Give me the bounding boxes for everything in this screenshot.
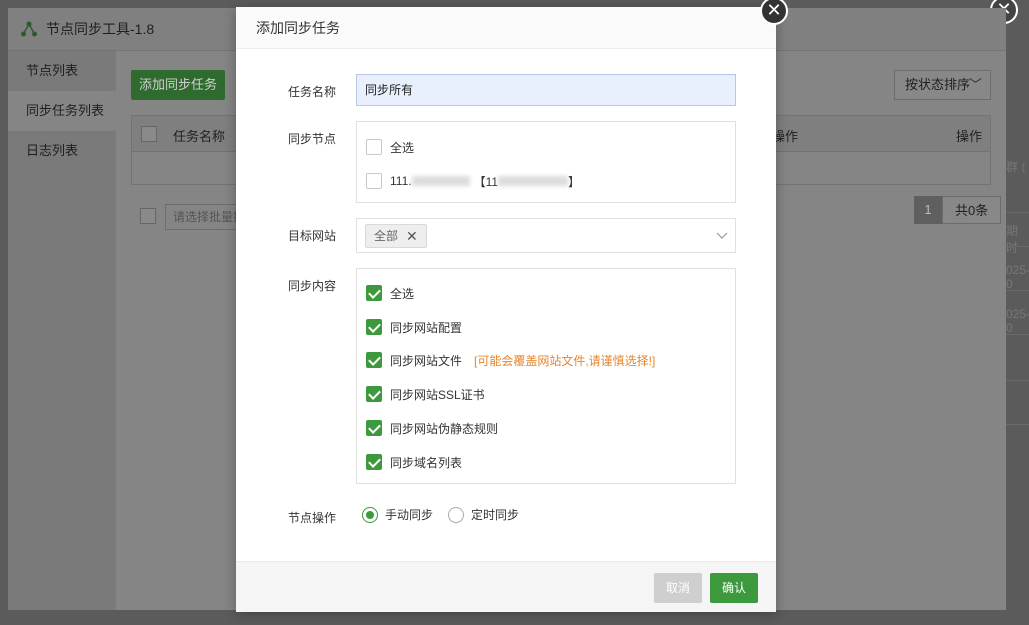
checkbox[interactable]	[366, 420, 382, 436]
sync-content-box: 全选 同步网站配置 同步网站文件 [可能会覆盖网站文件,请谨慎选择!] 同步网站…	[356, 268, 736, 484]
node-sync-logo-icon	[21, 21, 37, 37]
sync-content-item[interactable]: 同步网站文件 [可能会覆盖网站文件,请谨慎选择!]	[366, 351, 655, 369]
sync-content-item[interactable]: 同步网站伪静态规则	[366, 419, 498, 437]
target-site-label: 目标网站	[287, 229, 336, 243]
select-all-checkbox[interactable]	[141, 126, 157, 142]
nav-item-node-list[interactable]: 节点列表	[8, 51, 116, 91]
sync-content-item[interactable]: 全选	[366, 284, 414, 302]
add-sync-task-button[interactable]: 添加同步任务	[131, 70, 225, 100]
cancel-button[interactable]: 取消	[654, 573, 702, 603]
nav-item-log-list[interactable]: 日志列表	[8, 131, 116, 171]
remove-tag-icon[interactable]: ✕	[406, 225, 418, 247]
task-name-input[interactable]: 同步所有	[356, 74, 736, 106]
checkbox[interactable]	[366, 285, 382, 301]
add-sync-task-dialog: 添加同步任务 ✕ 任务名称 同步所有 同步节点 全选 111. 【11 】 目标…	[236, 0, 788, 612]
checkbox[interactable]	[366, 454, 382, 470]
sync-nodes-box: 全选 111. 【11 】	[356, 121, 736, 203]
overwrite-warning: [可能会覆盖网站文件,请谨慎选择!]	[474, 353, 656, 368]
task-name-label: 任务名称	[287, 85, 336, 99]
bg-text-1: 群 (	[1006, 160, 1026, 174]
sync-content-item[interactable]: 同步域名列表	[366, 453, 462, 471]
bg-text-2: 期时	[1006, 224, 1019, 255]
plugin-title: 节点同步工具-1.8	[46, 21, 155, 37]
radio-manual-sync[interactable]: 手动同步	[362, 506, 433, 523]
bg-divider	[1006, 290, 1029, 291]
dialog-footer: 取消 确认	[236, 561, 776, 612]
batch-action-select[interactable]: 请选择批量操作	[165, 204, 245, 230]
radio-manual-sync-label: 手动同步	[385, 508, 434, 522]
bg-divider	[1006, 246, 1029, 247]
confirm-button[interactable]: 确认	[710, 573, 758, 603]
page-button-current[interactable]: 1	[914, 196, 942, 224]
column-task-name: 任务名称	[173, 129, 226, 144]
redacted-ip	[411, 176, 470, 186]
radio-scheduled-sync-label: 定时同步	[471, 508, 520, 522]
checkbox[interactable]	[366, 139, 382, 155]
checkbox[interactable]	[366, 173, 382, 189]
radio-button[interactable]	[362, 506, 378, 523]
bg-divider	[1006, 380, 1029, 381]
dialog-title: 添加同步任务	[236, 7, 776, 49]
sync-content-label-rewrite: 同步网站伪静态规则	[390, 421, 499, 436]
bg-text-4: 025-0	[1006, 307, 1029, 335]
bg-divider	[1006, 212, 1029, 213]
column-action-2: 操作	[955, 129, 982, 144]
redacted-ip	[498, 176, 569, 186]
sort-select-value: 按状态排序	[905, 77, 971, 92]
sync-content-label-select-all: 全选	[390, 286, 415, 301]
radio-scheduled-sync[interactable]: 定时同步	[448, 506, 519, 523]
sort-select[interactable]: 按状态排序 ﹀	[894, 70, 991, 100]
node-ip-prefix: 111.	[390, 174, 412, 188]
target-site-tag-label: 全部	[374, 229, 399, 243]
plugin-sidebar: 节点列表 同步任务列表 日志列表	[8, 51, 116, 610]
sync-content-label-ssl: 同步网站SSL证书	[390, 387, 485, 402]
sync-content-label-site-files: 同步网站文件	[390, 353, 463, 368]
node-bracket-close: 】	[568, 174, 581, 189]
chevron-down-icon: ﹀	[968, 77, 982, 92]
checkbox[interactable]	[366, 386, 382, 402]
target-site-tag: 全部 ✕	[365, 224, 427, 248]
select-all-label: 全选	[390, 140, 415, 155]
sync-content-item[interactable]: 同步网站配置	[366, 318, 462, 336]
radio-button[interactable]	[448, 506, 464, 523]
node-action-label: 节点操作	[287, 511, 336, 525]
node-bracket: 【11	[473, 174, 499, 189]
pagination-total: 共0条	[942, 196, 1002, 224]
sync-content-item[interactable]: 同步网站SSL证书	[366, 385, 485, 403]
checkbox[interactable]	[366, 352, 382, 368]
pagination: 1 共0条	[914, 196, 1002, 224]
target-site-select[interactable]: 全部 ✕	[356, 218, 736, 253]
checkbox[interactable]	[366, 319, 382, 335]
bg-text-3: 025-0	[1006, 263, 1029, 291]
sync-nodes-label: 同步节点	[287, 132, 336, 146]
sync-content-label: 同步内容	[287, 279, 336, 293]
nav-item-sync-task-list[interactable]: 同步任务列表	[8, 91, 116, 131]
sync-node-item[interactable]: 111. 【11 】	[366, 172, 580, 190]
sync-content-label-site-config: 同步网站配置	[390, 320, 463, 335]
sync-content-label-domains: 同步域名列表	[390, 455, 463, 470]
bg-divider	[1006, 334, 1029, 335]
bg-divider	[1006, 424, 1029, 425]
batch-checkbox[interactable]	[140, 208, 156, 224]
chevron-down-icon	[716, 232, 728, 239]
sync-nodes-select-all[interactable]: 全选	[366, 138, 414, 156]
